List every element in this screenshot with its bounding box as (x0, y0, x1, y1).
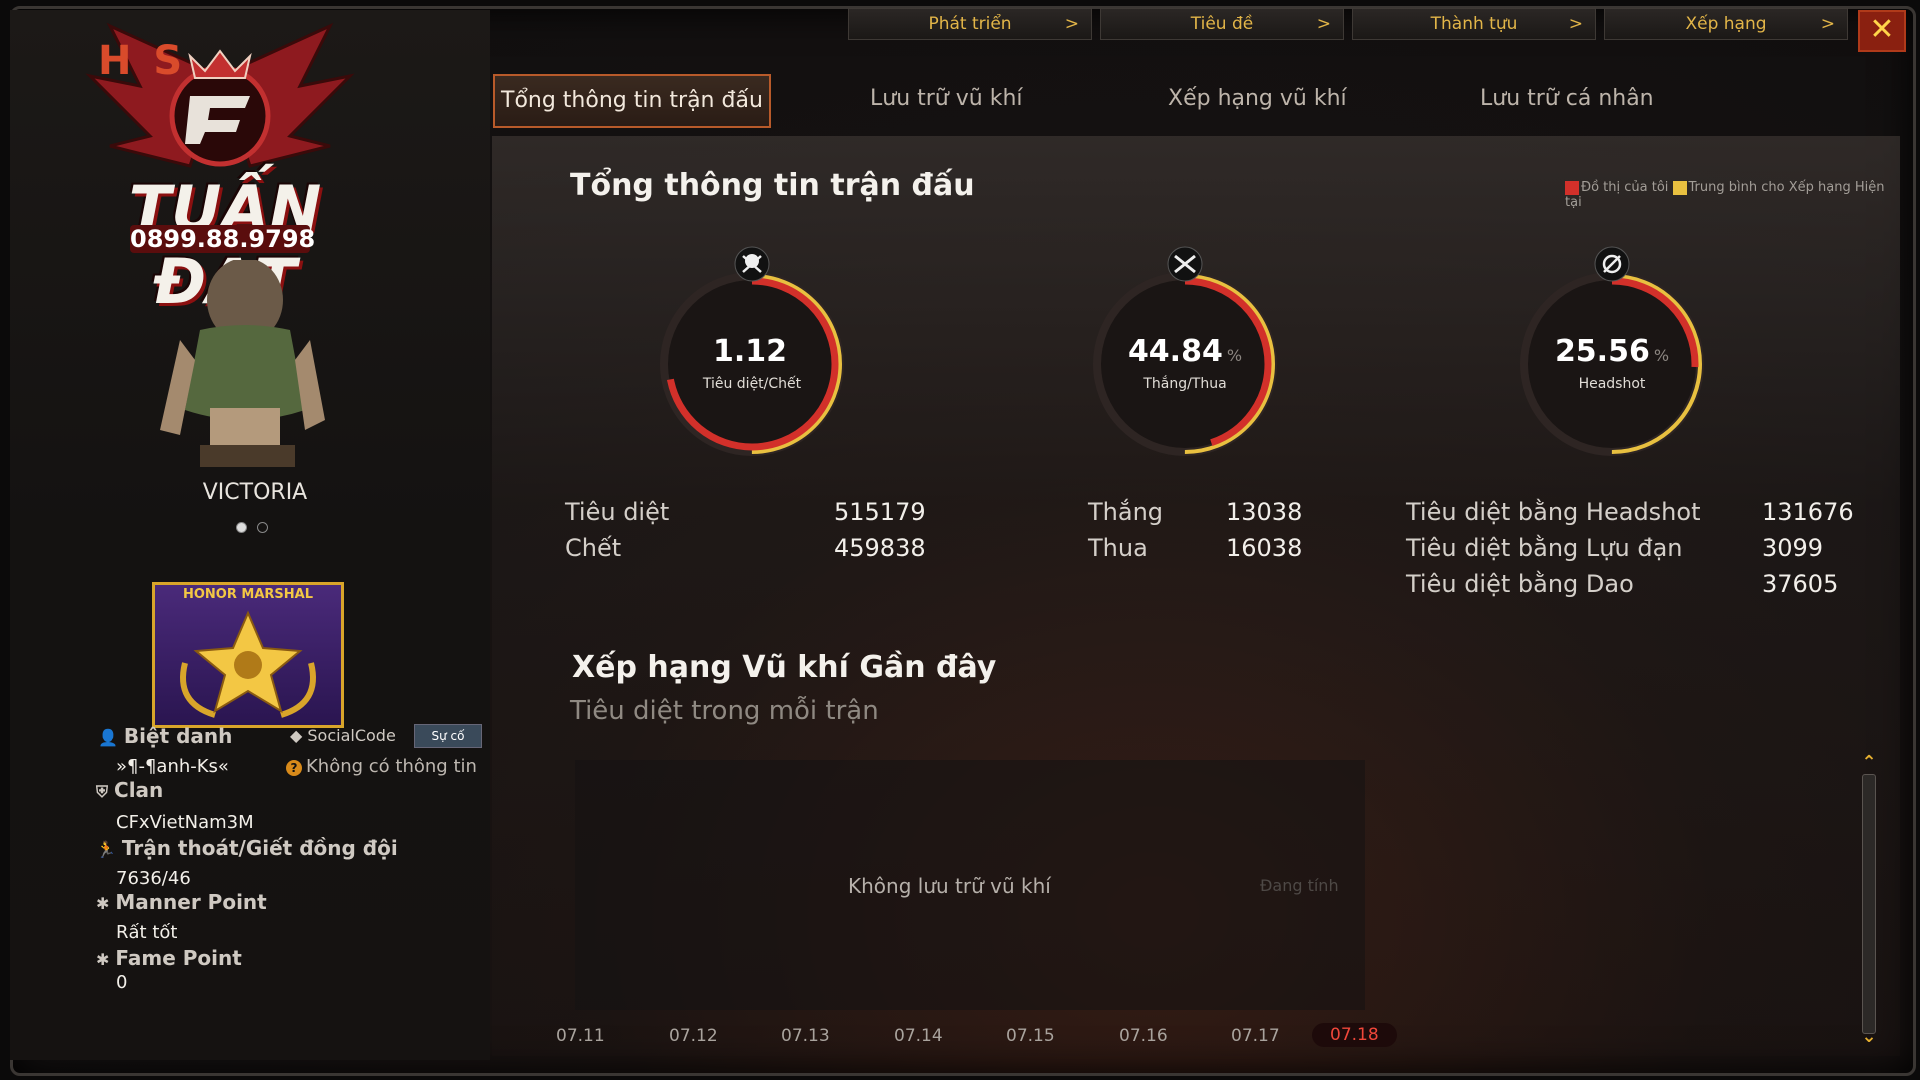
rank-badge: HONOR MARSHAL (152, 582, 344, 728)
menu-item-ranking[interactable]: Xếp hạng > (1604, 8, 1848, 40)
date-tick-selected[interactable]: 07.18 (1312, 1023, 1397, 1047)
gauge-value: 1.12 (712, 334, 788, 369)
chevron-right-icon: > (1064, 14, 1079, 34)
tab-personal-archive[interactable]: Lưu trữ cá nhân (1480, 74, 1654, 124)
grenade-kills-value: 3099 (1762, 534, 1824, 562)
manner-label: ✱ Manner Point (96, 890, 267, 914)
date-tick[interactable]: 07.13 (781, 1026, 830, 1046)
gauge-label: Headshot (1578, 376, 1646, 392)
logo-phone: 0899.88.9798 (130, 225, 316, 253)
calculating-text: Đang tính (1260, 876, 1339, 895)
chevron-right-icon: > (1316, 14, 1331, 34)
menu-item-development[interactable]: Phát triển > (848, 8, 1092, 40)
scrollbar[interactable] (1862, 774, 1876, 1034)
crossed-swords-icon (1167, 246, 1203, 282)
escape-label: 🏃 Trận thoát/Giết đồng đội (96, 836, 398, 860)
gear-icon: ✱ (96, 950, 110, 969)
no-info-text: ? Không có thông tin (286, 756, 477, 777)
question-icon: ? (286, 760, 302, 776)
running-icon: 🏃 (96, 840, 116, 859)
gauge-label: Tiêu diệt/Chết (702, 376, 802, 392)
kills-label: Tiêu diệt (565, 498, 670, 526)
headshot-kills-label: Tiêu diệt bằng Headshot (1406, 498, 1701, 526)
fame-label: ✱ Fame Point (96, 946, 242, 970)
character-portrait (120, 258, 370, 500)
crosshair-icon (1594, 246, 1630, 282)
date-tick[interactable]: 07.11 (556, 1026, 605, 1046)
legend-swatch-mine (1565, 180, 1579, 195)
date-tick[interactable]: 07.12 (669, 1026, 718, 1046)
no-weapon-text: Không lưu trữ vũ khí (848, 874, 1051, 898)
legend-mine: Đồ thị của tôi (1581, 180, 1669, 195)
wins-value: 13038 (1226, 498, 1303, 526)
escape-value: 7636/46 (116, 868, 191, 889)
gauge-winrate: 44.84% Thắng/Thua (1085, 246, 1285, 464)
gauge-headshot: 25.56% Headshot (1512, 246, 1712, 464)
close-button[interactable]: ✕ (1858, 10, 1906, 52)
kills-value: 515179 (834, 498, 926, 526)
tab-weapon-ranking[interactable]: Xếp hạng vũ khí (1168, 74, 1347, 124)
tab-match-summary[interactable]: Tổng thông tin trận đấu (493, 74, 771, 128)
scroll-down-icon[interactable]: ⌄ (1858, 1026, 1880, 1047)
weapon-ranking-subtitle: Tiêu diệt trong mỗi trận (570, 696, 879, 726)
chevron-right-icon: > (1568, 14, 1583, 34)
badge-title: HONOR MARSHAL (183, 587, 313, 602)
date-tick[interactable]: 07.17 (1231, 1026, 1280, 1046)
menu-item-achievement[interactable]: Thành tựu > (1352, 8, 1596, 40)
section-title: Tổng thông tin trận đấu (570, 168, 975, 203)
user-icon: 👤 (98, 728, 118, 747)
carousel-dots[interactable] (236, 518, 278, 537)
grenade-kills-label: Tiêu diệt bằng Lựu đạn (1406, 534, 1683, 562)
date-tick[interactable]: 07.16 (1119, 1026, 1168, 1046)
deaths-label: Chết (565, 534, 622, 562)
knife-kills-value: 37605 (1762, 570, 1839, 598)
carousel-dot[interactable] (257, 522, 268, 533)
social-code-label: ◆ SocialCode (290, 726, 396, 745)
chart-legend: Đồ thị của tôi Trung bình cho Xếp hạng H… (1565, 180, 1895, 210)
deaths-value: 459838 (834, 534, 926, 562)
tab-weapon-archive[interactable]: Lưu trữ vũ khí (870, 74, 1023, 124)
legend-swatch-avg (1672, 180, 1687, 195)
clan-icon: ⛨ (96, 782, 109, 801)
date-tick[interactable]: 07.15 (1006, 1026, 1055, 1046)
skull-icon (734, 246, 770, 282)
losses-label: Thua (1088, 534, 1148, 562)
logo-hks-text: H S (98, 38, 187, 84)
report-button[interactable]: Sự cố (414, 724, 482, 748)
chevron-right-icon: > (1820, 14, 1835, 34)
wins-label: Thắng (1088, 498, 1164, 526)
scroll-up-icon[interactable]: ⌃ (1858, 752, 1880, 773)
manner-value: Rất tốt (116, 922, 178, 943)
nickname-label: 👤 Biệt danh (98, 724, 233, 748)
headshot-kills-value: 131676 (1762, 498, 1854, 526)
carousel-dot[interactable] (236, 522, 247, 533)
gear-icon: ✱ (96, 894, 110, 913)
gauge-label: Thắng/Thua (1143, 376, 1227, 392)
gauge-value: 25.56% (1554, 334, 1670, 369)
nickname-value: »¶-¶anh-Ks« (116, 756, 229, 777)
star-emblem-icon (180, 610, 316, 718)
weapon-ranking-title: Xếp hạng Vũ khí Gần đây (572, 650, 997, 685)
menu-item-title[interactable]: Tiêu đề > (1100, 8, 1344, 40)
clan-value: CFxVietNam3M (116, 812, 254, 833)
gauge-kd: 1.12 Tiêu diệt/Chết (652, 246, 852, 464)
fame-value: 0 (116, 972, 128, 993)
date-tick[interactable]: 07.14 (894, 1026, 943, 1046)
character-name: VICTORIA (202, 480, 308, 505)
losses-value: 16038 (1226, 534, 1303, 562)
knife-kills-label: Tiêu diệt bằng Dao (1406, 570, 1634, 598)
clan-label: ⛨ Clan (96, 778, 164, 802)
gauge-value: 44.84% (1127, 334, 1243, 369)
social-icon: ◆ (290, 726, 308, 745)
